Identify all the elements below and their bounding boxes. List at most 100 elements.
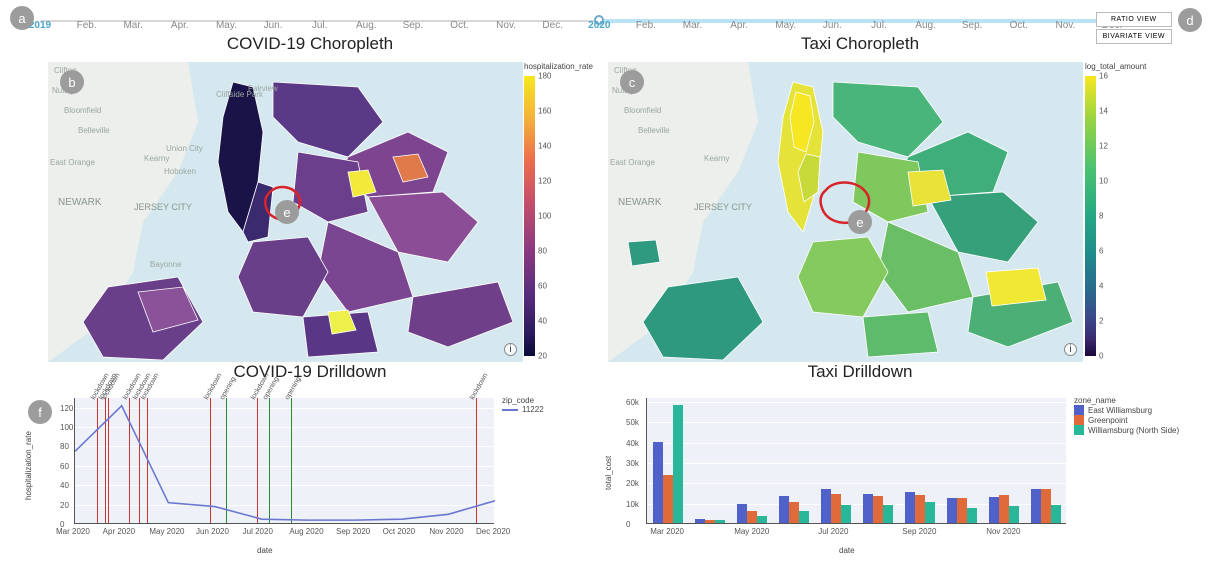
bar — [863, 494, 873, 523]
bar — [1031, 489, 1041, 523]
line-xtick: Nov 2020 — [429, 527, 463, 536]
ratio-view-button[interactable]: RATIO VIEW — [1096, 12, 1172, 27]
bar-legend-title: zone_name — [1074, 396, 1179, 405]
annotation-d: d — [1178, 8, 1202, 32]
bar-ytick: 40k — [626, 439, 639, 448]
bar-ytick: 50k — [626, 418, 639, 427]
bar — [957, 498, 967, 523]
colorbar-tick: 12 — [1099, 142, 1108, 151]
timeline-tick: 2019 — [29, 20, 51, 31]
covid-choropleth-map[interactable]: Clifton Nutley Bloomfield Belleville Eas… — [48, 62, 523, 362]
line-xtick: Aug 2020 — [289, 527, 323, 536]
bar-legend: zone_name East WilliamsburgGreenpointWil… — [1074, 396, 1179, 435]
timeline-tick: Feb. — [77, 20, 97, 31]
bar — [705, 520, 715, 523]
bar — [841, 505, 851, 523]
colorbar-tick: 160 — [538, 107, 551, 116]
bar — [925, 502, 935, 523]
bar-legend-item: Greenpoint — [1074, 415, 1179, 425]
bar — [673, 405, 683, 523]
covid-colorbar: hospitalization_rate 1801601401201008060… — [524, 62, 579, 362]
taxi-drill-title: Taxi Drilldown — [720, 362, 1000, 382]
line-ytick: 100 — [60, 423, 73, 432]
colorbar-tick: 100 — [538, 212, 551, 221]
bar — [1051, 505, 1061, 523]
timeline-tick: Sep. — [962, 20, 983, 31]
colorbar-tick: 60 — [538, 282, 547, 291]
timeline-slider[interactable] — [40, 10, 1112, 32]
bar — [905, 492, 915, 524]
line-xtick: Jun 2020 — [196, 527, 229, 536]
colorbar-tick: 14 — [1099, 107, 1108, 116]
colorbar-tick: 20 — [538, 352, 547, 361]
timeline-tick: Apr. — [730, 20, 748, 31]
covid-map-title: COVID-19 Choropleth — [170, 34, 450, 54]
bar — [915, 495, 925, 523]
colorbar-tick: 180 — [538, 72, 551, 81]
timeline-tick: 2020 — [588, 20, 610, 31]
timeline-tick: May. — [216, 20, 237, 31]
line-legend-title: zip_code — [502, 396, 544, 405]
covid-drill-title: COVID-19 Drilldown — [170, 362, 450, 382]
timeline-track — [40, 20, 1112, 22]
bar — [695, 519, 705, 523]
bar-legend-item: East Williamsburg — [1074, 405, 1179, 415]
timeline-tick: Mar. — [123, 20, 142, 31]
line-xtick: Dec 2020 — [476, 527, 510, 536]
map-info-icon[interactable]: i — [1064, 343, 1077, 356]
taxi-colorbar-gradient — [1085, 76, 1096, 356]
bar-ytick: 10k — [626, 500, 639, 509]
timeline-tick: Jun. — [823, 20, 842, 31]
bar — [831, 494, 841, 523]
timeline-tick: Oct. — [1010, 20, 1028, 31]
covid-drilldown-chart[interactable]: date hospitalization_rate zip_code 11222… — [22, 390, 577, 560]
bar-ylabel: total_cost — [604, 456, 613, 490]
line-ytick: 60 — [60, 462, 69, 471]
bar-xlabel: date — [839, 546, 855, 555]
line-ylabel: hospitalization_rate — [24, 431, 33, 500]
colorbar-tick: 16 — [1099, 72, 1108, 81]
bar — [789, 502, 799, 523]
bar — [967, 508, 977, 523]
bar — [799, 511, 809, 523]
timeline-tick: Oct. — [450, 20, 468, 31]
bar-xtick: Mar 2020 — [650, 527, 684, 536]
map-info-icon[interactable]: i — [504, 343, 517, 356]
timeline-tick: Nov. — [496, 20, 516, 31]
bar — [737, 504, 747, 523]
bar-xtick: Jul 2020 — [818, 527, 848, 536]
view-toggle-group: RATIO VIEW BIVARIATE VIEW — [1096, 12, 1172, 44]
bar-ytick: 20k — [626, 479, 639, 488]
colorbar-tick: 6 — [1099, 247, 1103, 256]
taxi-choropleth-map[interactable]: Clifton Nutley Bloomfield Belleville Eas… — [608, 62, 1083, 362]
bar-xtick: Sep 2020 — [902, 527, 936, 536]
line-ytick: 20 — [60, 501, 69, 510]
line-ytick: 120 — [60, 404, 73, 413]
bar-legend-item: Williamsburg (North Side) — [1074, 425, 1179, 435]
bar-plot-area — [646, 398, 1066, 524]
bar — [999, 495, 1009, 523]
timeline-tick: Dec. — [542, 20, 563, 31]
timeline-tick: Jul. — [312, 20, 328, 31]
colorbar-tick: 10 — [1099, 177, 1108, 186]
bar-ytick: 30k — [626, 459, 639, 468]
timeline-tick: Nov. — [1055, 20, 1075, 31]
taxi-drilldown-chart[interactable]: date total_cost zone_name East Williamsb… — [604, 390, 1184, 560]
colorbar-tick: 2 — [1099, 317, 1103, 326]
bar — [989, 497, 999, 523]
timeline-tick: Feb. — [636, 20, 656, 31]
bar — [715, 520, 725, 523]
line-xtick: Mar 2020 — [56, 527, 90, 536]
bivariate-view-button[interactable]: BIVARIATE VIEW — [1096, 29, 1172, 44]
colorbar-tick: 120 — [538, 177, 551, 186]
bar-ytick: 0 — [626, 520, 630, 529]
bar — [779, 496, 789, 523]
timeline-tick: Jul. — [871, 20, 887, 31]
colorbar-tick: 0 — [1099, 352, 1103, 361]
line-xtick: Apr 2020 — [103, 527, 135, 536]
line-xtick: Jul 2020 — [243, 527, 273, 536]
bar — [821, 489, 831, 523]
bar-xtick: Nov 2020 — [986, 527, 1020, 536]
bar — [663, 475, 673, 523]
timeline-active-range — [599, 19, 1112, 23]
